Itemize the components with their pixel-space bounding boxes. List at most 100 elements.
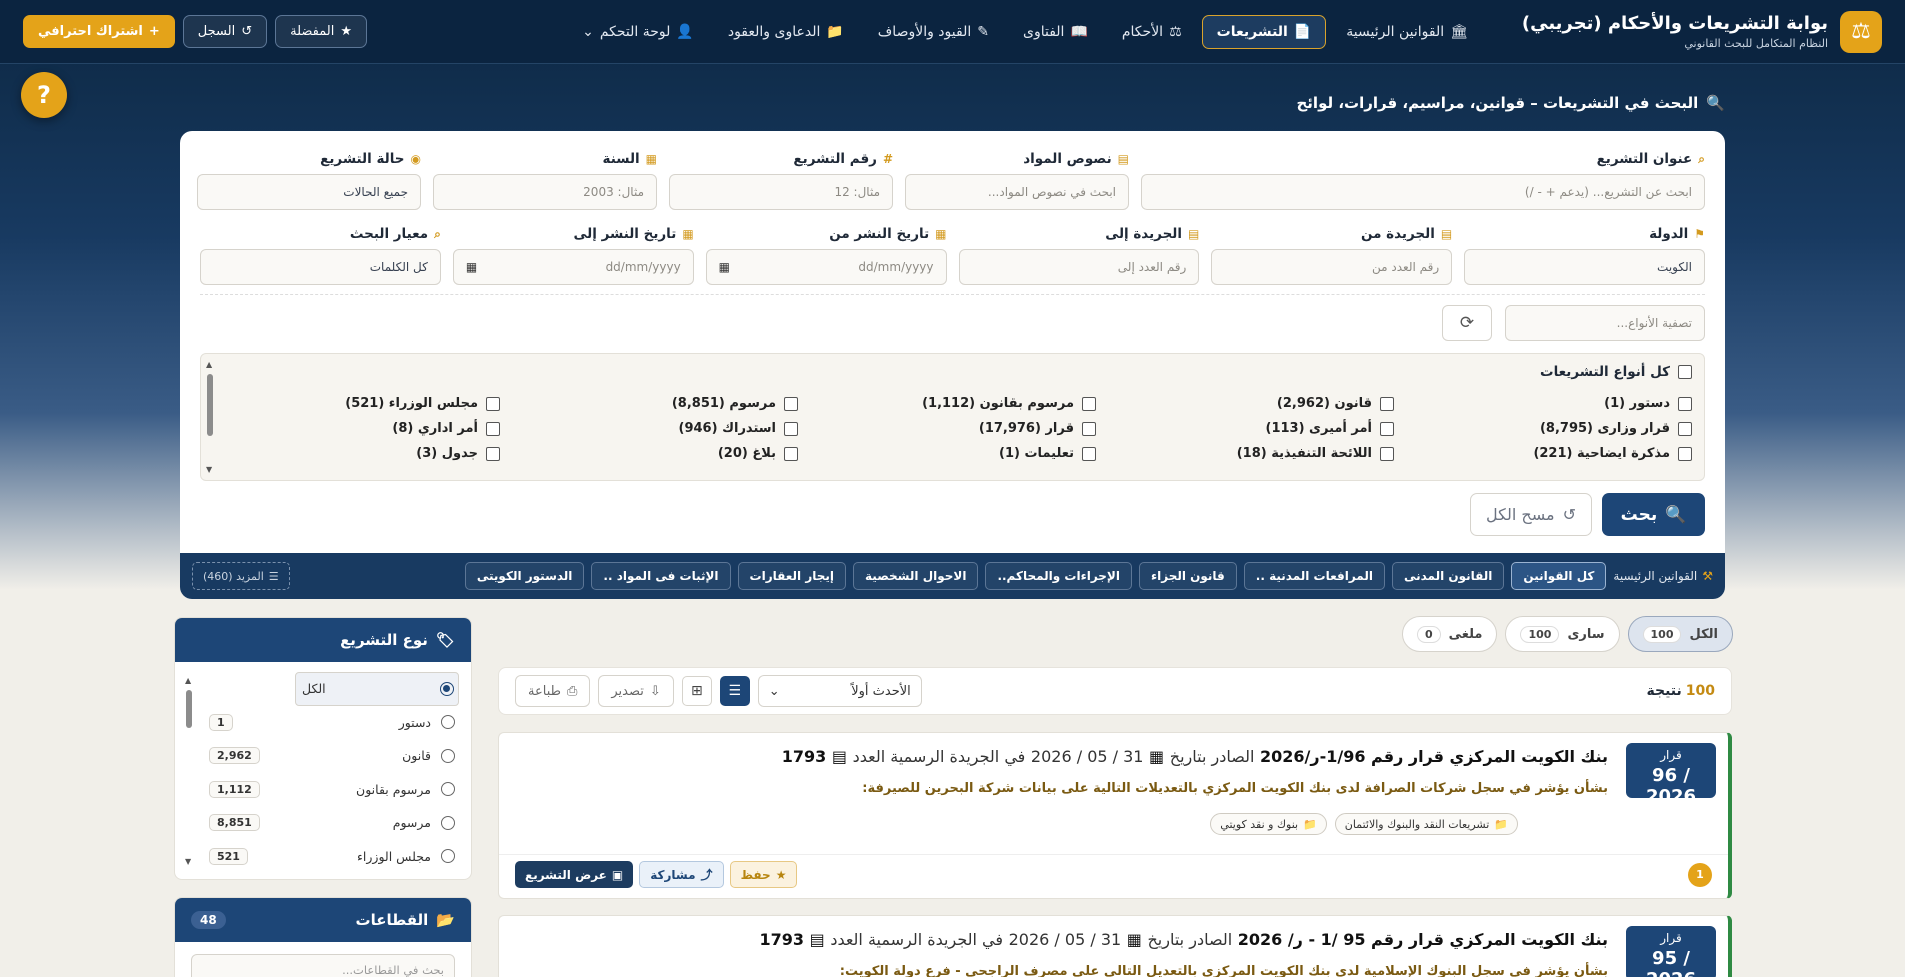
checkbox[interactable] [1082,446,1096,461]
filter-types-input[interactable]: تصفية الأنواع... [1505,305,1705,341]
nav-item-bank[interactable]: 🏛 القوانين الرئيسية [1332,15,1482,49]
type-checkbox-item[interactable]: قرار (17,976) [798,421,1096,436]
calendar-icon[interactable]: ▦ [719,260,730,274]
history-button[interactable]: ↺ السجل [182,15,268,48]
field-input[interactable]: مثال: 2003 [433,174,657,210]
checkbox[interactable] [1678,396,1692,411]
type-checkbox-item[interactable]: قانون (2,962) [1096,396,1394,411]
type-radio-item[interactable]: مرسوم بقانون 1,112 [203,773,459,807]
type-checkbox-item[interactable]: أمر أميرى (113) [1096,421,1394,436]
field-input[interactable]: الكويت [1464,249,1705,285]
type-checkbox-item[interactable]: جدول (3) [202,446,500,461]
radio-button[interactable] [440,681,454,696]
field-input[interactable]: رقم العدد من [1211,249,1453,285]
field-input[interactable]: ابحث في نصوص المواد... [905,174,1129,210]
quick-law-chip[interactable]: الدستور الكويتى [464,562,585,590]
checkbox[interactable] [784,446,798,461]
type-checkbox-item[interactable]: مجلس الوزراء (521) [202,396,500,411]
nav-item-user-gear[interactable]: 👤 لوحة التحكم ⌄ [568,15,708,49]
field-input[interactable]: كل الكلمات [200,249,441,285]
clear-all-button[interactable]: ↺ مسح الكل [1470,493,1592,536]
quick-law-chip[interactable]: الإثبات فى المواد .. [591,562,731,590]
checkbox[interactable] [784,396,798,411]
type-checkbox-item[interactable]: تعليمات (1) [798,446,1096,461]
radio-button[interactable] [441,715,455,730]
favorites-button[interactable]: ★ المفضلة [275,15,367,48]
view-legislation-button[interactable]: ▣ عرض التشريع [515,861,634,888]
radio-button[interactable] [441,782,455,797]
type-radio-item[interactable]: قانون 2,962 [203,739,459,773]
calendar-icon[interactable]: ▦ [466,260,477,274]
scroll-down-icon[interactable]: ▼ [206,465,212,474]
radio-button[interactable] [441,815,455,830]
field-input[interactable]: جميع الحالات [197,174,421,210]
checkbox[interactable] [486,446,500,461]
type-radio-item[interactable]: الكل [295,672,459,706]
tag[interactable]: 📁 تشريعات النقد والبنوك والائتمان [1334,813,1518,835]
type-checkbox-item[interactable]: مرسوم (8,851) [500,396,798,411]
quick-law-chip[interactable]: المرافعات المدنية .. [1243,562,1385,590]
tag[interactable]: 📁 بنوك و نقد كويتي [1210,813,1327,835]
quick-law-chip[interactable]: إيجار العقارات [737,562,847,590]
status-pill[interactable]: ملغى 0 [1401,616,1498,652]
list-view-button[interactable]: ☰ [719,676,750,706]
checkbox[interactable] [1380,396,1394,411]
scroll-up-icon[interactable]: ▲ [206,360,212,369]
nav-item-gavel[interactable]: ⚖ الأحكام [1108,15,1196,49]
type-radio-item[interactable]: مرسوم 8,851 [203,806,459,840]
scroll-up-icon[interactable]: ▲ [185,676,191,685]
result-card[interactable]: قرار 96 / 2026 بنك الكويت المركزي قرار رق… [498,732,1732,899]
checkbox[interactable] [1678,446,1692,461]
checkbox[interactable] [1380,421,1394,436]
quick-law-chip[interactable]: قانون الجزاء [1138,562,1237,590]
save-button[interactable]: ★ حفظ [729,861,798,888]
sectors-search-input[interactable]: بحث في القطاعات... [191,954,455,977]
field-input[interactable]: dd/mm/yyyy ▦ [705,249,947,285]
sectors-header[interactable]: 📂 القطاعات 48 [175,898,471,942]
checkbox[interactable] [1082,421,1096,436]
help-button[interactable]: ? [21,72,67,118]
type-checkbox-item[interactable]: بلاغ (20) [500,446,798,461]
type-checkbox-item[interactable]: مرسوم بقانون (1,112) [798,396,1096,411]
checkbox[interactable] [1082,396,1096,411]
checkbox[interactable] [486,421,500,436]
share-button[interactable]: ⤴ مشاركة [639,861,724,888]
checkbox[interactable] [1678,421,1692,436]
status-pill[interactable]: الكل 100 [1627,616,1733,652]
quick-law-chip[interactable]: الاحوال الشخصية [853,562,979,590]
field-input[interactable]: مثال: 12 [669,174,893,210]
nav-item-folder[interactable]: 📁 الدعاوى والعقود [714,15,858,49]
type-checkbox-item[interactable]: استدراك (946) [500,421,798,436]
type-checkbox-item[interactable]: قرار وزارى (8,795) [1394,421,1692,436]
field-input[interactable]: ابحث عن التشريع... (يدعم + - /) [1141,174,1705,210]
nav-item-pencil[interactable]: ✎ القيود والأوصاف [864,15,1003,49]
types-all-checkbox[interactable]: كل أنواع التشريعات [1540,364,1692,380]
checkbox[interactable] [1380,446,1394,461]
search-button[interactable]: 🔍 بحث [1602,493,1705,536]
brand[interactable]: ⚖ بوابة التشريعات والأحكام (تجريبي) النظ… [1522,10,1882,53]
field-input[interactable]: dd/mm/yyyy ▦ [452,249,694,285]
type-radio-item[interactable]: مجلس الوزراء 521 [203,840,459,874]
type-radio-item[interactable]: دستور 1 [203,706,459,740]
scroll-down-icon[interactable]: ▼ [185,857,191,866]
export-button[interactable]: ⇩ تصدير [598,675,674,707]
card-title[interactable]: بنك الكويت المركزي قرار رقم 95 /1 - ر/ 2… [760,930,1609,949]
radio-button[interactable] [441,849,455,864]
status-pill[interactable]: سارى 100 [1505,616,1620,652]
quick-law-chip[interactable]: الإجراءات والمحاكم.. [985,562,1132,590]
type-checkbox-item[interactable]: دستور (1) [1394,396,1692,411]
type-checkbox-item[interactable]: اللائحة التنفيذية (18) [1096,446,1394,461]
result-card[interactable]: قرار 95 / 2026 بنك الكويت المركزي قرار رق… [498,915,1732,977]
nav-item-file[interactable]: 📄 التشريعات [1201,14,1327,49]
type-checkbox-item[interactable]: مذكرة ايضاحية (221) [1394,446,1692,461]
sort-select[interactable]: الأحدث أولاً ⌄ [757,675,922,707]
checkbox[interactable] [784,421,798,436]
nav-item-book[interactable]: 📖 الفتاوى [1009,15,1102,49]
type-checkbox-item[interactable]: أمر اداري (8) [202,421,500,436]
scroll-thumb[interactable] [186,690,192,728]
quick-law-chip[interactable]: كل القوانين [1511,562,1607,590]
grid-view-button[interactable]: ⊞ [681,676,712,706]
field-input[interactable]: رقم العدد إلى [958,249,1200,285]
card-title[interactable]: بنك الكويت المركزي قرار رقم 1/96-ر/2026 … [782,747,1608,766]
radio-button[interactable] [441,748,455,763]
